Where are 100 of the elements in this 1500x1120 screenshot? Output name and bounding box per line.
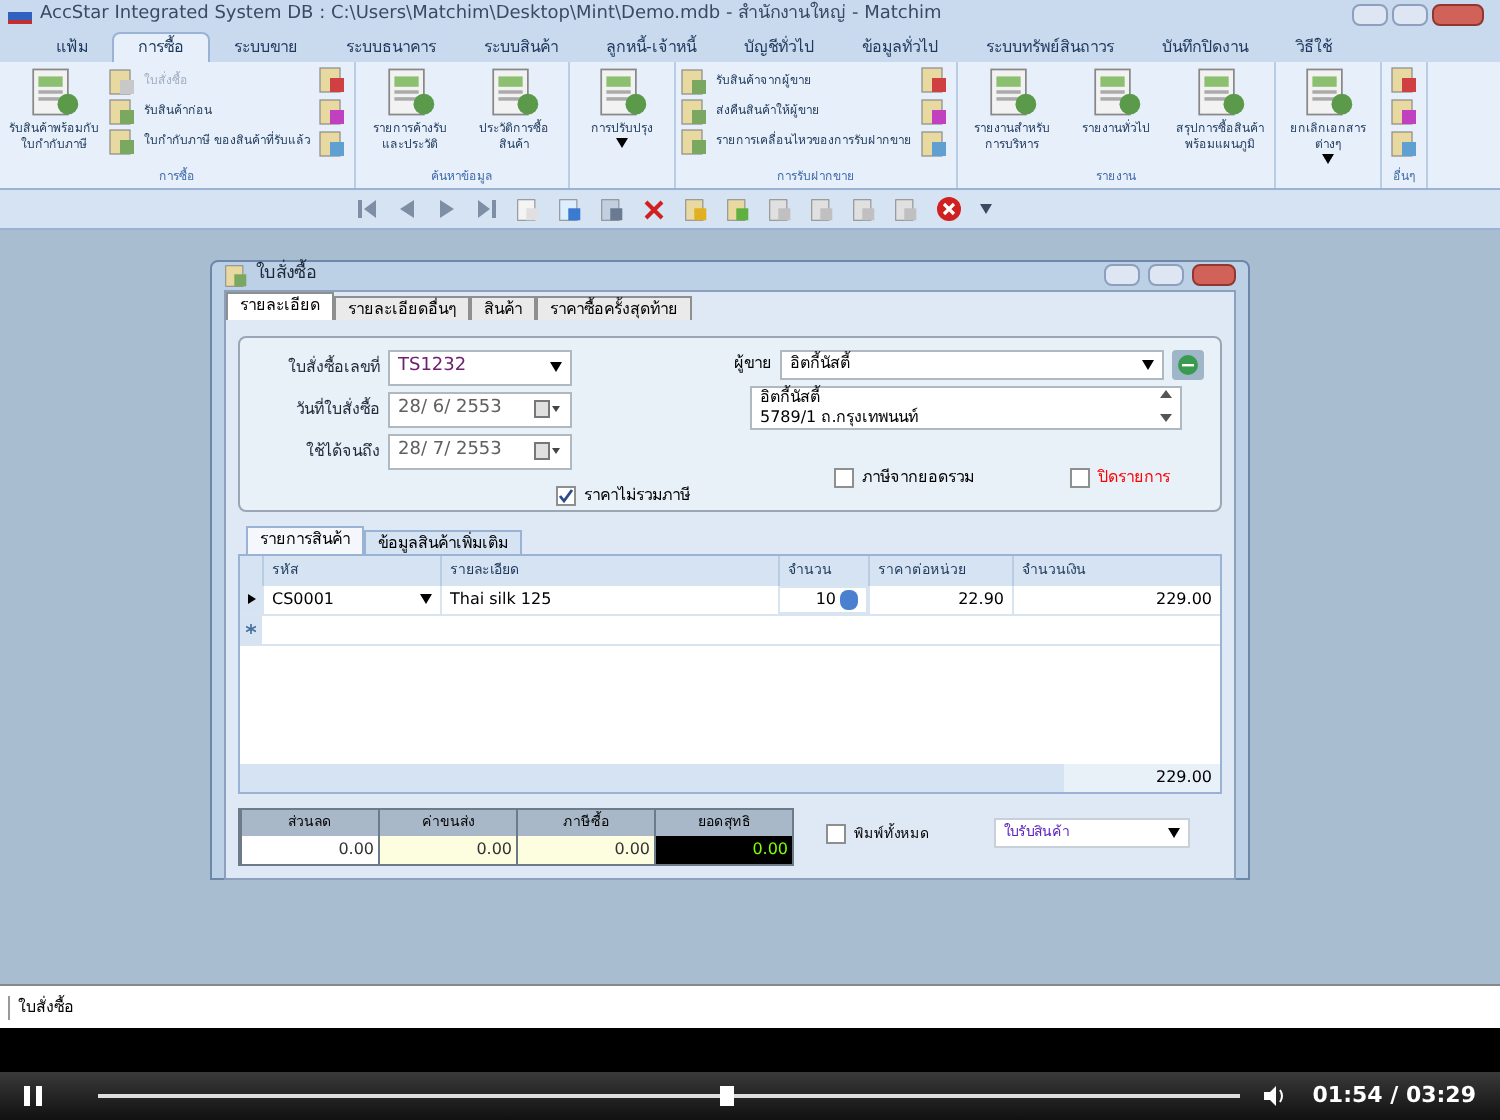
menu-tab[interactable]: ระบบขาย <box>210 32 322 62</box>
checkbox[interactable] <box>556 485 576 505</box>
field-label: วันที่ใบสั่งซื้อ <box>294 397 380 421</box>
menu-tab[interactable]: วิธีใช้ <box>1271 32 1356 62</box>
menu-tab[interactable]: ระบบธนาคาร <box>322 32 460 62</box>
combo-box[interactable]: TS1232 <box>388 349 572 385</box>
document-icon <box>726 197 750 221</box>
menu-tab[interactable]: บัญชีทั่วไป <box>719 32 838 62</box>
restore-icon[interactable] <box>1392 4 1428 26</box>
close-icon[interactable] <box>936 196 962 222</box>
restore-icon[interactable] <box>1148 264 1184 287</box>
seek-thumb[interactable] <box>720 1086 735 1106</box>
document-icon <box>919 66 948 94</box>
caret-icon <box>1168 827 1180 837</box>
date-field[interactable]: 28/ 6/ 2553 <box>388 391 572 427</box>
form-tab[interactable]: สินค้า <box>470 295 536 319</box>
minimize-icon[interactable] <box>1104 264 1140 287</box>
document-icon <box>516 197 540 221</box>
document-icon <box>108 127 136 155</box>
document-icon <box>224 263 248 288</box>
app-icon <box>8 7 32 23</box>
summary-value: 0.00 <box>242 835 378 863</box>
option-label: ภาษีจากยอดรวม <box>862 465 974 489</box>
table-cell: Thai silk 125 <box>440 585 778 613</box>
minimize-icon[interactable] <box>1352 4 1388 26</box>
close-icon[interactable] <box>1192 264 1236 287</box>
document-icon <box>919 130 948 158</box>
scroll-arrows-icon[interactable] <box>1160 387 1172 423</box>
document-icon <box>810 197 834 221</box>
menu-tab[interactable]: บันทึกปิดงาน <box>1137 32 1272 62</box>
caret-icon <box>1142 359 1154 369</box>
document-icon <box>894 197 918 221</box>
row-pointer-icon <box>245 594 257 604</box>
caret-icon <box>550 362 562 372</box>
caret-icon <box>615 138 628 148</box>
document-icon <box>919 98 948 126</box>
summary-value: 0.00 <box>380 835 516 863</box>
video-time: 01:54 / 03:29 <box>1312 1079 1476 1112</box>
menu-tab[interactable]: ข้อมูลทั่วไป <box>837 32 962 62</box>
document-icon <box>679 127 708 155</box>
pause-icon[interactable] <box>24 1086 42 1106</box>
vendor-combo-box[interactable]: อิตกี้นัสตี้ <box>780 349 1164 379</box>
close-icon[interactable] <box>1432 4 1484 26</box>
document-icon <box>1389 130 1418 158</box>
document-icon <box>108 97 136 125</box>
form-tab[interactable]: ราคาซื้อครั้งสุดท้าย <box>536 295 692 319</box>
delete-icon[interactable] <box>642 197 666 221</box>
document-icon <box>679 97 708 125</box>
checkbox[interactable] <box>826 823 846 844</box>
document-icon <box>317 130 346 158</box>
document-icon <box>558 197 582 221</box>
menu-tab[interactable]: ระบบสินค้า <box>460 32 582 62</box>
date-field[interactable]: 28/ 7/ 2553 <box>388 433 572 469</box>
address-box[interactable]: อิตกี้นัสตี้ 5789/1 ถ.กรุงเทพนนท์ <box>750 385 1182 429</box>
status-text: ใบสั่งซื้อ <box>8 995 74 1019</box>
menu-tab[interactable]: ลูกหนี้-เจ้าหนี้ <box>582 32 720 62</box>
quantity-spinner[interactable]: 10 <box>778 585 868 613</box>
dialog-title: ใบสั่งซื้อ <box>256 262 316 289</box>
document-icon <box>1389 98 1418 126</box>
grid-tab[interactable]: รายการสินค้า <box>246 525 364 553</box>
document-icon <box>317 98 346 126</box>
document-icon <box>679 67 708 95</box>
checkbox[interactable] <box>834 467 854 487</box>
menu-tab[interactable]: การซื้อ <box>112 32 210 62</box>
menu-tab[interactable]: แฟ้ม <box>32 32 112 62</box>
form-tab[interactable]: รายละเอียด <box>226 291 334 319</box>
window-title: AccStar Integrated System DB : C:\Users\Matchim\Desktop\Mint\Demo.mdb - สำนักงานใหญ่ - Matchim <box>40 1 944 28</box>
table-cell: CS0001 <box>262 585 440 613</box>
summary-value: 0.00 <box>656 835 792 863</box>
document-icon <box>852 197 876 221</box>
table-cell: 229.00 <box>1012 585 1220 613</box>
menu-tab[interactable]: ระบบทรัพย์สินถาวร <box>961 32 1138 62</box>
summary-value: 0.00 <box>518 835 654 863</box>
grid-tab[interactable]: ข้อมูลสินค้าเพิ่มเติม <box>364 529 522 553</box>
left-arrow-icon[interactable] <box>356 198 378 220</box>
right-arrow-icon[interactable] <box>436 198 458 220</box>
calendar-icon <box>534 442 562 460</box>
checkbox[interactable] <box>1070 467 1090 487</box>
address-line: อิตกี้นัสตี้ <box>760 387 822 407</box>
address-line: 5789/1 ถ.กรุงเทพนนท์ <box>760 407 921 427</box>
total-cell: 229.00 <box>1064 763 1220 791</box>
caret-icon <box>420 594 432 604</box>
calendar-icon <box>534 400 562 418</box>
caret-icon <box>980 204 992 214</box>
form-tab[interactable]: รายละเอียดอื่นๆ <box>334 295 470 319</box>
left-arrow-icon[interactable] <box>396 198 418 220</box>
field-label: ใช้ได้จนถึง <box>304 439 380 463</box>
volume-icon[interactable] <box>1264 1086 1289 1106</box>
option-label: ราคาไม่รวมภาษี <box>584 483 690 507</box>
field-label: ผู้ขาย <box>734 352 772 376</box>
caret-icon <box>1321 154 1334 164</box>
document-icon <box>768 197 792 221</box>
document-icon <box>317 66 346 94</box>
document-icon <box>108 67 136 95</box>
document-icon <box>1389 66 1418 94</box>
document-icon <box>684 197 708 221</box>
spin-icon <box>840 589 858 609</box>
field-label: ใบสั่งซื้อเลขที่ <box>286 355 380 379</box>
right-arrow-icon[interactable] <box>476 198 498 220</box>
document-icon <box>600 197 624 221</box>
